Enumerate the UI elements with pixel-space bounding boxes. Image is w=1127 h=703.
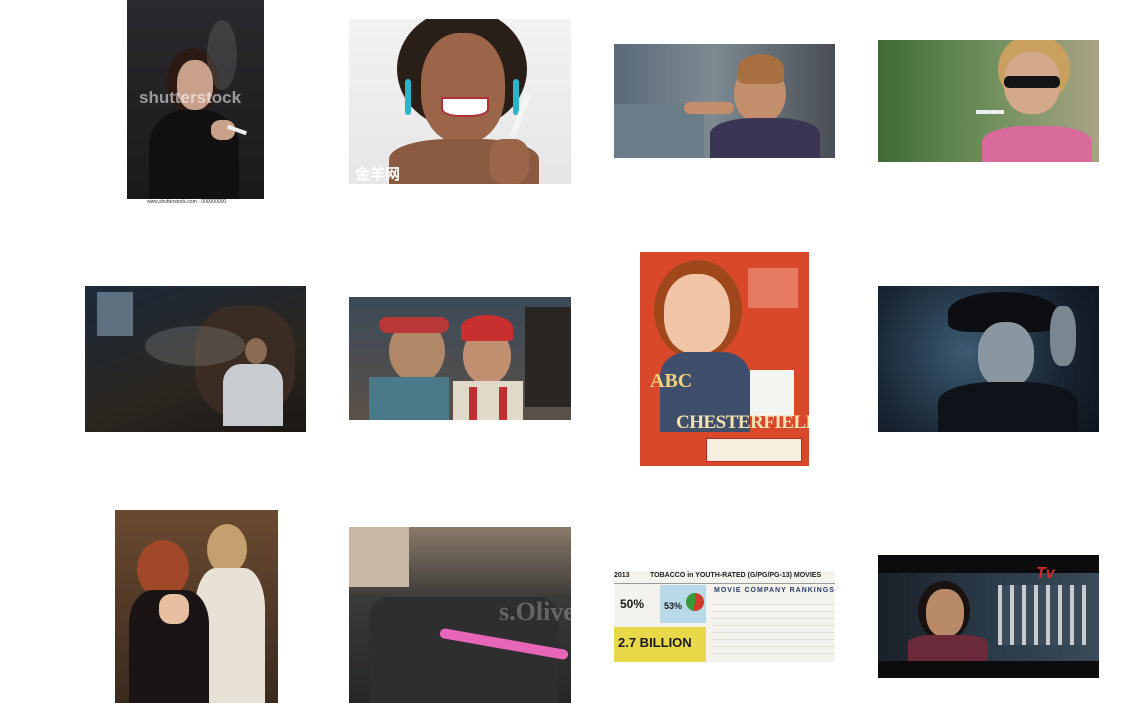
infographic-rankings-title: MOVIE COMPANY RANKINGS	[714, 587, 835, 594]
image-result-11[interactable]: 2013 TOBACCO in YOUTH-RATED (G/PG/PG-13)…	[614, 571, 835, 662]
infographic-stat-percent-2: 53%	[664, 601, 683, 611]
image-result-12[interactable]: Tv	[878, 555, 1099, 678]
image-result-1[interactable]: shutterstock www.shutterstock.com · 0000…	[127, 0, 264, 206]
image-result-7[interactable]: ABC CHESTERFIELD	[640, 252, 809, 466]
photo-man-hat-smoking	[878, 286, 1099, 432]
video-still-actress: Tv	[878, 555, 1099, 678]
image-result-2[interactable]: 金羊网	[349, 19, 571, 184]
photo-couple-dancing	[115, 510, 278, 703]
infographic-big-number: 2.7 BILLION	[618, 635, 692, 650]
ad-brand-name: CHESTERFIELD	[676, 412, 809, 433]
vintage-cigarette-ad: ABC CHESTERFIELD	[640, 252, 809, 466]
image-result-4[interactable]	[878, 40, 1099, 162]
photo-smoking-woman: shutterstock	[127, 0, 264, 199]
photo-two-men-car	[349, 297, 571, 420]
watermark-text: 金羊网	[355, 166, 401, 183]
ad-brand-prefix: ABC	[650, 370, 693, 392]
infographic-year: 2013	[614, 572, 630, 579]
image-caption: www.shutterstock.com · 000000000	[147, 199, 227, 205]
image-result-8[interactable]	[878, 286, 1099, 432]
image-result-3[interactable]	[614, 44, 835, 158]
photo-hand-cigarette: s.Oliver	[349, 527, 571, 703]
image-result-5[interactable]	[85, 286, 306, 432]
image-result-10[interactable]: s.Oliver	[349, 527, 571, 703]
watermark-text: shutterstock	[139, 88, 242, 107]
watermark-text: s.Oliver	[499, 597, 571, 626]
image-result-6[interactable]	[349, 297, 571, 420]
infographic-stat-percent: 50%	[620, 597, 645, 611]
photo-man-smoking-room	[85, 286, 306, 432]
image-result-9[interactable]	[115, 510, 278, 703]
image-results-grid: shutterstock www.shutterstock.com · 0000…	[0, 0, 1127, 703]
photo-woman-sunglasses-smoking	[878, 40, 1099, 162]
tobacco-infographic: 2013 TOBACCO in YOUTH-RATED (G/PG/PG-13)…	[614, 571, 835, 662]
photo-man-smoking-car	[614, 44, 835, 158]
infographic-headline: TOBACCO in YOUTH-RATED (G/PG/PG-13) MOVI…	[650, 572, 822, 579]
photo-smiling-woman-cigarette: 金羊网	[349, 19, 571, 184]
tv-logo: Tv	[1036, 565, 1055, 582]
